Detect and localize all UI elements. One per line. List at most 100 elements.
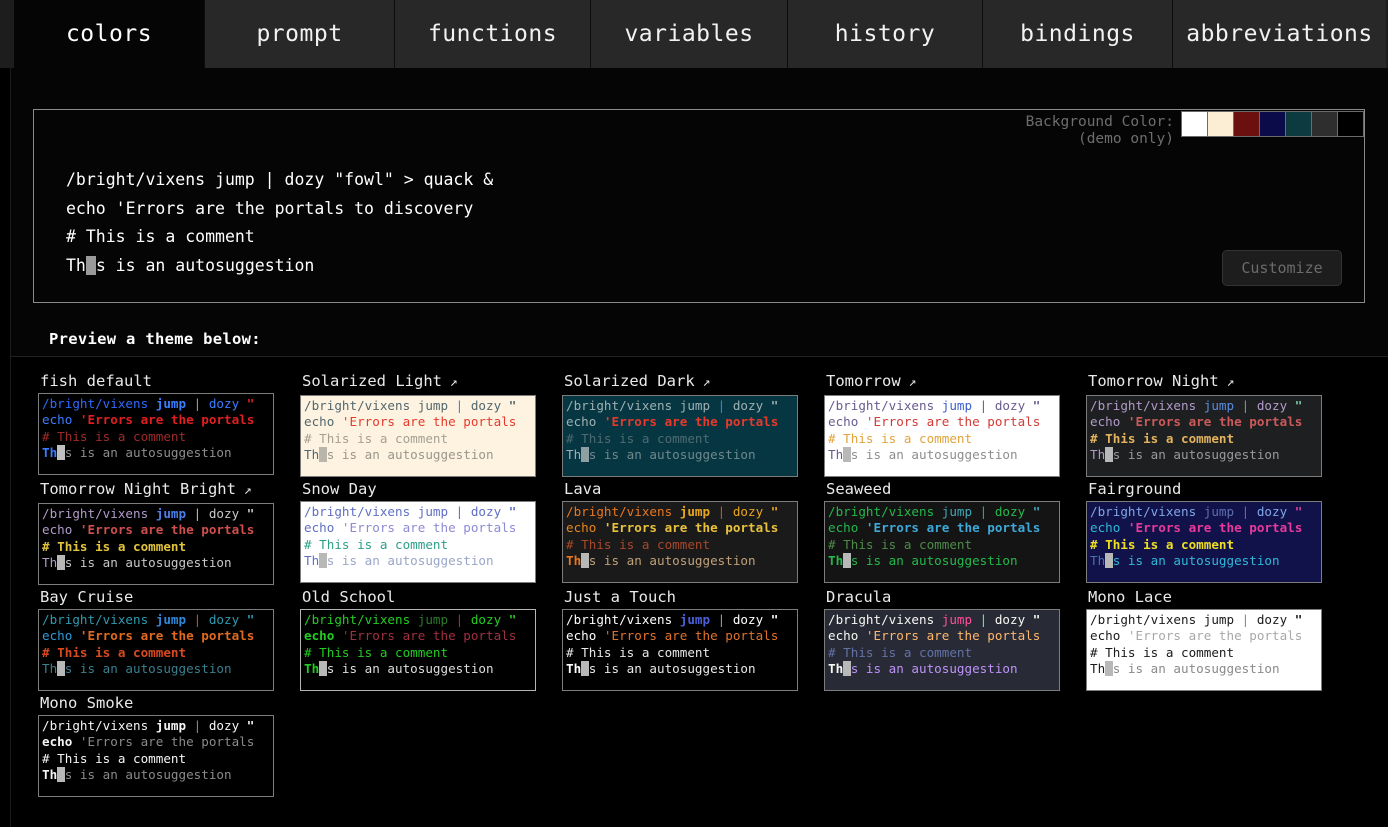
theme-sample-line-3: # This is a comment	[566, 645, 797, 661]
sample-echo: echo	[42, 734, 72, 749]
main-preview-box: Background Color:(demo only) /bright/vix…	[33, 109, 1365, 303]
theme-sample[interactable]: /bright/vixens jump | dozy "echo 'Errors…	[1086, 395, 1322, 477]
theme-sample[interactable]: /bright/vixens jump | dozy "echo 'Errors…	[824, 609, 1060, 691]
sample-pipe: |	[972, 398, 995, 413]
theme-name: Tomorrow Night	[1088, 372, 1219, 390]
theme-card[interactable]: Solarized Light ↗/bright/vixens jump | d…	[300, 369, 562, 477]
sample-command: jump	[1196, 398, 1234, 413]
background-swatch-6[interactable]	[1337, 111, 1364, 137]
theme-sample[interactable]: /bright/vixens jump | dozy "echo 'Errors…	[38, 503, 274, 585]
theme-card[interactable]: Tomorrow Night Bright ↗/bright/vixens ju…	[38, 477, 300, 585]
tab-bindings[interactable]: bindings	[983, 0, 1173, 68]
sample-path: /bright/vixens	[566, 504, 672, 519]
theme-sample[interactable]: /bright/vixens jump | dozy "echo 'Errors…	[824, 501, 1060, 583]
tab-label: prompt	[256, 21, 342, 47]
theme-card[interactable]: Just a Touch/bright/vixens jump | dozy "…	[562, 585, 824, 691]
theme-card[interactable]: Mono Lace/bright/vixens jump | dozy "ech…	[1086, 585, 1348, 691]
background-swatch-5[interactable]	[1311, 111, 1338, 137]
main-preview-text: /bright/vixens jump | dozy "fowl" > quac…	[66, 166, 493, 280]
theme-card[interactable]: Tomorrow Night ↗ /bright/vixens jump | do…	[1086, 369, 1348, 477]
theme-card[interactable]: Solarized Dark ↗/bright/vixens jump | do…	[562, 369, 824, 477]
theme-card[interactable]: Dracula/bright/vixens jump | dozy "echo …	[824, 585, 1086, 691]
tab-label: functions	[428, 21, 557, 47]
sample-quote: "	[1025, 612, 1040, 627]
external-link-icon[interactable]: ↗	[236, 483, 252, 498]
theme-sample[interactable]: /bright/vixens jump | dozy "echo 'Errors…	[824, 395, 1060, 477]
theme-sample-line-2: echo 'Errors are the portals	[828, 414, 1059, 430]
background-swatch-0[interactable]	[1181, 111, 1208, 137]
theme-sample-line-2: echo 'Errors are the portals	[566, 520, 797, 536]
tab-functions[interactable]: functions	[395, 0, 591, 68]
theme-card[interactable]: Seaweed/bright/vixens jump | dozy "echo …	[824, 477, 1086, 585]
sample-autosuggestion-prefix: Th	[1090, 553, 1105, 568]
tab-colors[interactable]: colors	[14, 0, 205, 68]
theme-sample-line-4: This is an autosuggestion	[1090, 447, 1321, 463]
theme-sample[interactable]: /bright/vixens jump | dozy "echo 'Errors…	[300, 501, 536, 583]
tab-label: bindings	[1020, 21, 1135, 47]
theme-card[interactable]: Mono Smoke/bright/vixens jump | dozy "ec…	[38, 691, 300, 797]
theme-sample-line-2: echo 'Errors are the portals	[304, 520, 535, 536]
external-link-icon[interactable]: ↗	[442, 375, 458, 390]
theme-card[interactable]: Lava/bright/vixens jump | dozy "echo 'Er…	[562, 477, 824, 585]
sample-cursor-block: i	[1105, 661, 1113, 676]
theme-sample-line-4: This is an autosuggestion	[42, 445, 273, 461]
theme-sample-line-1: /bright/vixens jump | dozy "	[304, 398, 535, 414]
theme-sample-line-1: /bright/vixens jump | dozy "	[1090, 398, 1321, 414]
theme-sample[interactable]: /bright/vixens jump | dozy "echo 'Errors…	[562, 609, 798, 691]
sample-quote: "	[763, 504, 778, 519]
sample-comment: # This is a comment	[42, 645, 186, 660]
sample-comment: # This is a comment	[828, 645, 972, 660]
theme-title: Old School	[300, 585, 562, 609]
sample-path: /bright/vixens	[42, 718, 148, 733]
theme-sample[interactable]: /bright/vixens jump | dozy "echo 'Errors…	[1086, 501, 1322, 583]
sample-echo: echo	[42, 412, 72, 427]
theme-card[interactable]: Tomorrow ↗/bright/vixens jump | dozy "ec…	[824, 369, 1086, 477]
external-link-icon[interactable]: ↗	[1219, 375, 1235, 390]
sample-quote: "	[239, 718, 254, 733]
background-swatch-1[interactable]	[1207, 111, 1234, 137]
background-swatch-2[interactable]	[1233, 111, 1260, 137]
sample-command: jump	[672, 612, 710, 627]
theme-card[interactable]: Fairground/bright/vixens jump | dozy "ec…	[1086, 477, 1348, 585]
sample-string: 'Errors are the portals	[72, 734, 254, 749]
sample-path: /bright/vixens	[828, 612, 934, 627]
theme-sample[interactable]: /bright/vixens jump | dozy "echo 'Errors…	[1086, 609, 1322, 691]
sample-pipe: |	[186, 718, 209, 733]
theme-sample[interactable]: /bright/vixens jump | dozy "echo 'Errors…	[38, 393, 274, 475]
background-swatch-4[interactable]	[1285, 111, 1312, 137]
theme-sample[interactable]: /bright/vixens jump | dozy "echo 'Errors…	[300, 395, 536, 477]
tab-history[interactable]: history	[788, 0, 983, 68]
sample-cursor-block: i	[843, 553, 851, 568]
theme-card[interactable]: Old School/bright/vixens jump | dozy "ec…	[300, 585, 562, 691]
preview-section-label: Preview a theme below:	[49, 330, 261, 348]
customize-button[interactable]: Customize	[1222, 250, 1342, 286]
theme-sample[interactable]: /bright/vixens jump | dozy "echo 'Errors…	[562, 395, 798, 477]
tab-variables[interactable]: variables	[591, 0, 788, 68]
sample-pipe: |	[972, 504, 995, 519]
theme-sample-line-1: /bright/vixens jump | dozy "	[1090, 612, 1321, 628]
theme-name: Bay Cruise	[40, 588, 133, 606]
sample-pipe: |	[448, 504, 471, 519]
external-link-icon[interactable]: ↗	[901, 375, 917, 390]
sample-command2: dozy	[733, 612, 763, 627]
background-swatch-3[interactable]	[1259, 111, 1286, 137]
sample-comment: # This is a comment	[828, 537, 972, 552]
theme-sample[interactable]: /bright/vixens jump | dozy "echo 'Errors…	[38, 609, 274, 691]
theme-sample-line-1: /bright/vixens jump | dozy "	[42, 718, 273, 734]
external-link-icon[interactable]: ↗	[695, 375, 711, 390]
theme-sample[interactable]: /bright/vixens jump | dozy "echo 'Errors…	[300, 609, 536, 691]
theme-card[interactable]: fish default/bright/vixens jump | dozy "…	[38, 369, 300, 477]
tab-prompt[interactable]: prompt	[205, 0, 395, 68]
theme-card[interactable]: Bay Cruise/bright/vixens jump | dozy "ec…	[38, 585, 300, 691]
main-preview-line-4: This is an autosuggestion	[66, 252, 493, 281]
sample-command2: dozy	[995, 612, 1025, 627]
theme-sample[interactable]: /bright/vixens jump | dozy "echo 'Errors…	[562, 501, 798, 583]
theme-card[interactable]: Snow Day/bright/vixens jump | dozy "echo…	[300, 477, 562, 585]
theme-sample-line-3: # This is a comment	[304, 537, 535, 553]
sample-autosuggestion-prefix: Th	[304, 661, 319, 676]
sample-pipe: |	[186, 506, 209, 521]
sample-comment: # This is a comment	[42, 539, 186, 554]
theme-sample[interactable]: /bright/vixens jump | dozy "echo 'Errors…	[38, 715, 274, 797]
sample-autosuggestion-prefix: Th	[42, 445, 57, 460]
tab-abbreviations[interactable]: abbreviations	[1173, 0, 1386, 68]
